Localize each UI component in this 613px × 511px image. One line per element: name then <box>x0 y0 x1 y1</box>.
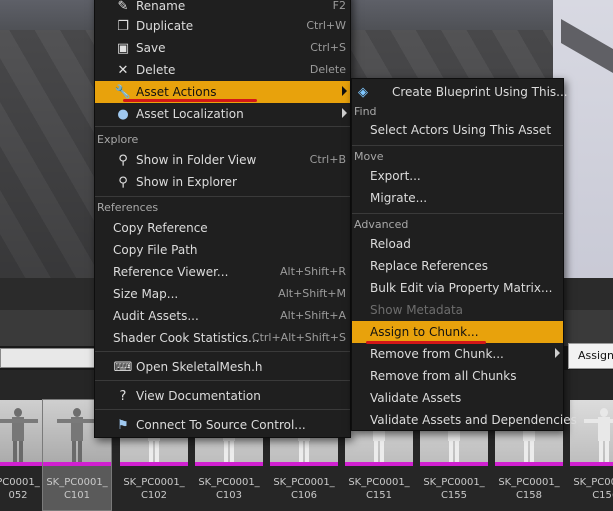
menu-separator <box>95 409 350 410</box>
asset-search-input[interactable] <box>0 348 96 368</box>
magnifier-icon: ⚲ <box>118 152 128 168</box>
globe-icon: ● <box>117 106 129 122</box>
annotation-underline <box>123 99 257 102</box>
tooltip: Assign <box>568 343 613 369</box>
menu-item-migrate[interactable]: Migrate... <box>352 187 563 209</box>
asset-type-bar <box>420 462 488 466</box>
menu-item-reference-viewer[interactable]: Reference Viewer... Alt+Shift+R <box>95 261 350 283</box>
menu-separator <box>95 351 350 352</box>
section-header-move: Move <box>354 150 384 163</box>
menu-item-bulk-edit[interactable]: Bulk Edit via Property Matrix... <box>352 277 563 299</box>
character-mesh-icon <box>57 406 97 464</box>
asset-type-bar <box>345 462 413 466</box>
help-icon: ? <box>119 388 127 404</box>
character-mesh-icon <box>584 406 613 464</box>
asset-name: SK_PC0001_ C155 <box>423 477 485 501</box>
asset-type-bar <box>43 462 111 466</box>
menu-item-size-map[interactable]: Size Map... Alt+Shift+M <box>95 283 350 305</box>
section-header-references: References <box>97 201 159 214</box>
menu-item-save[interactable]: ▣ Save Ctrl+S <box>95 37 350 59</box>
menu-item-validate-assets[interactable]: Validate Assets <box>352 387 563 409</box>
menu-item-replace-references[interactable]: Replace References <box>352 255 563 277</box>
menu-item-show-in-explorer[interactable]: ⚲ Show in Explorer <box>95 171 350 193</box>
submenu-arrow-icon <box>342 108 347 118</box>
blueprint-icon: ◈ <box>358 84 368 100</box>
magnifier-icon: ⚲ <box>118 174 128 190</box>
menu-item-view-documentation[interactable]: ? View Documentation <box>95 385 350 407</box>
asset-context-menu: ✎ Rename F2 ❐ Duplicate Ctrl+W ▣ Save Ct… <box>94 0 351 438</box>
menu-separator <box>352 213 563 214</box>
menu-item-validate-assets-dependencies[interactable]: Validate Assets and Dependencies <box>352 409 577 431</box>
asset-name: SK_PC0001_ C103 <box>198 477 260 501</box>
asset-type-bar <box>195 462 263 466</box>
menu-item-duplicate[interactable]: ❐ Duplicate Ctrl+W <box>95 15 350 37</box>
wrench-icon: 🔧 <box>114 84 132 100</box>
asset-name: SK_PC0001_ C151 <box>348 477 410 501</box>
menu-item-asset-localization[interactable]: ● Asset Localization <box>95 103 350 125</box>
menu-item-connect-source-control[interactable]: ⚑ Connect To Source Control... <box>95 414 350 436</box>
duplicate-icon: ❐ <box>117 18 129 34</box>
submenu-arrow-icon <box>555 348 560 358</box>
menu-separator <box>95 126 350 127</box>
asset-actions-submenu: ◈ Create Blueprint Using This... Find Se… <box>351 78 577 431</box>
section-header-explore: Explore <box>97 133 139 146</box>
menu-item-select-actors[interactable]: Select Actors Using This Asset <box>352 119 563 141</box>
asset-name: SK_PC0001_ C102 <box>123 477 185 501</box>
menu-separator <box>352 145 563 146</box>
section-header-advanced: Advanced <box>354 218 409 231</box>
menu-item-remove-from-all-chunks[interactable]: Remove from all Chunks <box>352 365 563 387</box>
menu-separator <box>95 196 350 197</box>
menu-item-shader-cook-statistics[interactable]: Shader Cook Statistics... Ctrl+Alt+Shift… <box>95 327 350 349</box>
submenu-arrow-icon <box>342 86 347 96</box>
menu-item-reload[interactable]: Reload <box>352 233 563 255</box>
asset-name: SK_PC0001_ C106 <box>273 477 335 501</box>
asset-type-bar <box>270 462 338 466</box>
rename-icon: ✎ <box>117 0 129 14</box>
asset-type-bar <box>495 462 563 466</box>
delete-icon: ✕ <box>117 62 129 78</box>
menu-item-create-blueprint[interactable]: ◈ Create Blueprint Using This... <box>352 81 568 103</box>
asset-name: SK_PC0001_C15( <box>573 477 613 501</box>
asset-name: SK_PC0001_ C158 <box>498 477 560 501</box>
source-control-icon: ⚑ <box>117 417 129 433</box>
asset-type-bar <box>120 462 188 466</box>
menu-item-copy-reference[interactable]: Copy Reference <box>95 217 350 239</box>
menu-item-open-skeletal-mesh-h[interactable]: ⌨ Open SkeletalMesh.h <box>95 356 350 378</box>
menu-item-show-in-folder-view[interactable]: ⚲ Show in Folder View Ctrl+B <box>95 149 350 171</box>
menu-item-assign-to-chunk[interactable]: Assign to Chunk... <box>352 321 563 343</box>
menu-item-show-metadata: Show Metadata <box>370 303 464 317</box>
menu-item-copy-file-path[interactable]: Copy File Path <box>95 239 350 261</box>
menu-separator <box>95 380 350 381</box>
save-icon: ▣ <box>116 40 130 56</box>
menu-item-delete[interactable]: ✕ Delete Delete <box>95 59 350 81</box>
menu-item-audit-assets[interactable]: Audit Assets... Alt+Shift+A <box>95 305 350 327</box>
asset-type-bar <box>570 462 613 466</box>
editor-window: PC0001_ 052 SK_PC0001_ C101 SK_PC0001_ C102… <box>0 0 613 511</box>
code-file-icon: ⌨ <box>113 359 133 375</box>
menu-item-export[interactable]: Export... <box>352 165 563 187</box>
menu-item-remove-from-chunk[interactable]: Remove from Chunk... <box>352 343 563 365</box>
character-mesh-icon <box>0 406 38 464</box>
asset-name: SK_PC0001_ C101 <box>46 477 108 501</box>
